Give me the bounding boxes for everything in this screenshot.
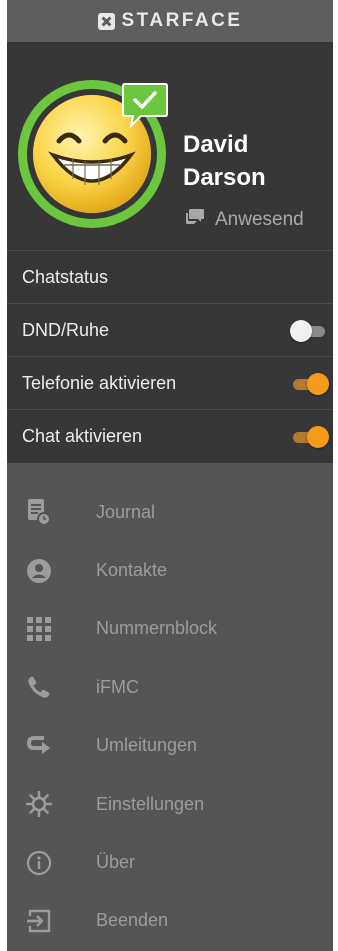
chat-bubble-icon: [185, 208, 205, 232]
green-check-icon: [121, 82, 169, 130]
dnd-toggle[interactable]: [290, 320, 330, 342]
exit-icon: [25, 907, 53, 935]
journal-icon: [25, 498, 53, 527]
telefonie-toggle[interactable]: [290, 373, 330, 395]
settings-section: Chatstatus DND/Ruhe Telefonie aktivieren…: [7, 250, 333, 463]
profile-name: David Darson: [183, 131, 266, 191]
brand-name: STARFACE: [121, 10, 243, 31]
menu-label: Nummernblock: [96, 618, 218, 639]
chatstatus-row[interactable]: Chatstatus: [7, 251, 333, 304]
menu-label: Kontakte: [96, 560, 168, 581]
info-icon: [25, 849, 53, 877]
menu-item-beenden[interactable]: Beenden: [7, 892, 333, 950]
menu-item-journal[interactable]: Journal: [7, 483, 333, 541]
brand-logo: STARFACE: [97, 10, 243, 32]
starface-logo-icon: [97, 12, 115, 30]
chat-row[interactable]: Chat aktivieren: [7, 410, 333, 463]
menu-label: Über: [96, 852, 136, 873]
dnd-label: DND/Ruhe: [22, 319, 110, 340]
telefonie-label: Telefonie aktivieren: [22, 372, 177, 393]
menu-item-umleitungen[interactable]: Umleitungen: [7, 717, 333, 775]
menu-label: Umleitungen: [96, 735, 198, 756]
menu-item-nummernblock[interactable]: Nummernblock: [7, 600, 333, 658]
menu-label: Einstellungen: [96, 793, 205, 814]
phone-icon: [25, 673, 53, 701]
menu-label: Journal: [96, 501, 156, 522]
gear-icon: [25, 790, 53, 818]
chatstatus-label: Chatstatus: [22, 266, 109, 287]
redirect-icon: [25, 732, 53, 760]
chat-toggle[interactable]: [290, 426, 330, 448]
menu-label: Beenden: [96, 910, 169, 931]
profile-status[interactable]: Anwesend: [185, 208, 304, 232]
chat-label: Chat aktivieren: [22, 426, 143, 446]
telefonie-row[interactable]: Telefonie aktivieren: [7, 357, 333, 410]
status-label: Anwesend: [215, 209, 304, 230]
brand-bar: STARFACE: [7, 0, 333, 42]
menu-item-ueber[interactable]: Über: [7, 833, 333, 891]
menu-item-einstellungen[interactable]: Einstellungen: [7, 775, 333, 833]
dialpad-icon: [25, 615, 53, 643]
navigation-drawer: STARFACE David Darson Anwesend Chatstatu…: [7, 0, 333, 951]
main-menu: Journal Kontakte Nummernblock iFMC Umlei…: [7, 463, 333, 950]
menu-label: iFMC: [96, 676, 139, 697]
dnd-row[interactable]: DND/Ruhe: [7, 304, 333, 357]
menu-item-ifmc[interactable]: iFMC: [7, 658, 333, 716]
profile-header[interactable]: David Darson Anwesend: [7, 42, 333, 250]
menu-item-kontakte[interactable]: Kontakte: [7, 541, 333, 599]
contact-icon: [25, 557, 53, 585]
